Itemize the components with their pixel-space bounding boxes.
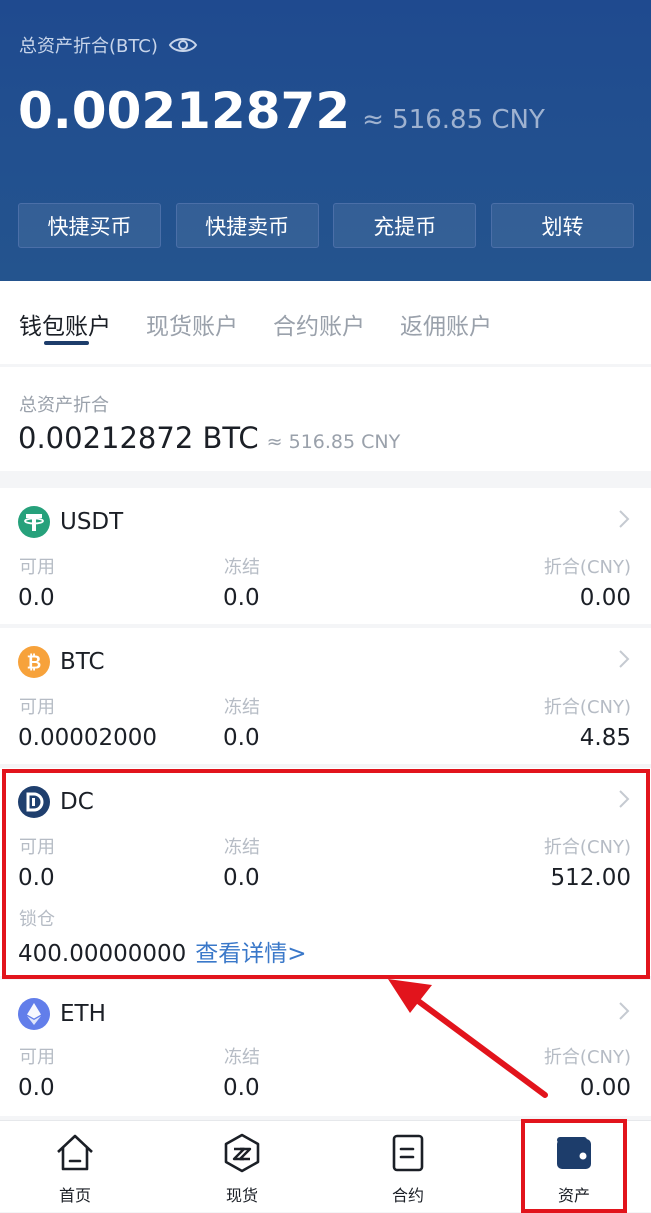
total-assets-label: 总资产折合(BTC) xyxy=(19,36,158,57)
available-value: 0.00002000 xyxy=(18,725,158,751)
nav-spot[interactable]: 现货 xyxy=(192,1131,292,1207)
total-assets-amount: 0.00212872 ≈ 516.85 CNY xyxy=(18,82,545,140)
converted-label: 折合(CNY) xyxy=(543,557,631,578)
tab-spot-account[interactable]: 现货账户 xyxy=(146,307,238,341)
locked-label: 锁仓 xyxy=(19,909,55,930)
converted-value: 4.85 xyxy=(579,725,631,751)
spot-trade-icon xyxy=(224,1133,260,1173)
locked-value: 400.00000000 xyxy=(18,941,187,967)
available-label: 可用 xyxy=(19,1047,55,1068)
wallet-icon xyxy=(557,1137,591,1169)
coin-name: USDT xyxy=(60,509,124,535)
contract-icon xyxy=(392,1134,424,1172)
asset-card-head: USDT xyxy=(18,506,123,538)
frozen-label: 冻结 xyxy=(224,697,260,718)
asset-card-head: DC xyxy=(18,786,94,818)
asset-card-dc[interactable]: DC 可用 冻结 折合(CNY) 0.0 0.0 512.00 锁仓 400.0… xyxy=(0,768,651,976)
nav-label: 资产 xyxy=(557,1186,590,1205)
active-tab-indicator xyxy=(44,341,89,345)
account-summary: 总资产折合 0.00212872 BTC ≈ 516.85 CNY xyxy=(0,367,651,471)
bottom-navigation: 首页 现货 合约 资产 xyxy=(0,1120,651,1212)
frozen-value: 0.0 xyxy=(223,725,260,751)
frozen-label: 冻结 xyxy=(224,1047,260,1068)
locked-row: 400.00000000 查看详情> xyxy=(18,934,307,968)
coin-name: DC xyxy=(60,789,94,815)
coin-name: ETH xyxy=(60,1001,106,1027)
asset-card-eth[interactable]: ETH 可用 冻结 折合(CNY) 0.0 0.0 0.00 xyxy=(0,980,651,1116)
available-label: 可用 xyxy=(19,557,55,578)
available-value: 0.0 xyxy=(18,1075,55,1101)
frozen-label: 冻结 xyxy=(224,837,260,858)
asset-header: 总资产折合(BTC) 0.00212872 ≈ 516.85 CNY 快捷买币 … xyxy=(0,0,651,281)
frozen-label: 冻结 xyxy=(224,557,260,578)
coin-name: BTC xyxy=(60,649,105,675)
chevron-right-icon xyxy=(619,790,630,808)
tab-wallet-account[interactable]: 钱包账户 xyxy=(19,307,111,341)
frozen-value: 0.0 xyxy=(223,585,260,611)
quick-buy-button[interactable]: 快捷买币 xyxy=(18,203,161,248)
quick-sell-button[interactable]: 快捷卖币 xyxy=(175,203,319,248)
ethereum-icon xyxy=(18,998,50,1030)
frozen-value: 0.0 xyxy=(223,865,260,891)
asset-card-usdt[interactable]: USDT 可用 冻结 折合(CNY) 0.0 0.0 0.00 xyxy=(0,488,651,624)
frozen-value: 0.0 xyxy=(223,1075,260,1101)
quick-action-bar: 快捷买币 快捷卖币 充提币 划转 xyxy=(18,203,634,248)
total-cny-value: ≈ 516.85 CNY xyxy=(362,105,545,135)
nav-label: 现货 xyxy=(225,1186,258,1205)
available-label: 可用 xyxy=(19,837,55,858)
nav-home[interactable]: 首页 xyxy=(25,1131,125,1207)
chevron-right-icon xyxy=(619,510,630,528)
converted-value: 0.00 xyxy=(579,1075,631,1101)
chevron-right-icon xyxy=(619,650,630,668)
svg-text:₿: ₿ xyxy=(27,653,42,674)
account-tabs: 钱包账户 现货账户 合约账户 返佣账户 xyxy=(0,281,651,364)
transfer-button[interactable]: 划转 xyxy=(490,203,634,248)
view-details-link[interactable]: 查看详情> xyxy=(195,934,306,968)
nav-contract[interactable]: 合约 xyxy=(358,1131,458,1207)
summary-cny-value: ≈ 516.85 CNY xyxy=(266,431,401,453)
summary-btc-value: 0.00212872 BTC xyxy=(18,421,259,455)
converted-value: 512.00 xyxy=(550,865,631,891)
converted-label: 折合(CNY) xyxy=(543,837,631,858)
tether-icon xyxy=(18,506,50,538)
asset-card-btc[interactable]: ₿ BTC 可用 冻结 折合(CNY) 0.00002000 0.0 4.85 xyxy=(0,628,651,764)
converted-value: 0.00 xyxy=(579,585,631,611)
tab-contract-account[interactable]: 合约账户 xyxy=(273,307,365,341)
available-value: 0.0 xyxy=(18,585,55,611)
converted-label: 折合(CNY) xyxy=(543,697,631,718)
nav-assets[interactable]: 资产 xyxy=(524,1131,624,1207)
nav-label: 合约 xyxy=(391,1186,424,1205)
chevron-right-icon xyxy=(619,1002,630,1020)
asset-card-head: ₿ BTC xyxy=(18,646,105,678)
available-value: 0.0 xyxy=(18,865,55,891)
total-assets-label-row: 总资产折合(BTC) xyxy=(19,32,198,58)
home-icon xyxy=(57,1134,93,1171)
summary-amount: 0.00212872 BTC ≈ 516.85 CNY xyxy=(18,421,400,455)
available-label: 可用 xyxy=(19,697,55,718)
total-btc-value: 0.00212872 xyxy=(18,82,351,140)
eye-icon[interactable] xyxy=(168,35,198,55)
summary-label: 总资产折合 xyxy=(19,395,109,416)
asset-card-head: ETH xyxy=(18,998,106,1030)
tab-rebate-account[interactable]: 返佣账户 xyxy=(400,307,492,341)
bitcoin-icon: ₿ xyxy=(18,646,50,678)
converted-label: 折合(CNY) xyxy=(543,1047,631,1068)
deposit-withdraw-button[interactable]: 充提币 xyxy=(333,203,477,248)
nav-label: 首页 xyxy=(58,1186,91,1205)
dc-coin-icon xyxy=(18,786,50,818)
